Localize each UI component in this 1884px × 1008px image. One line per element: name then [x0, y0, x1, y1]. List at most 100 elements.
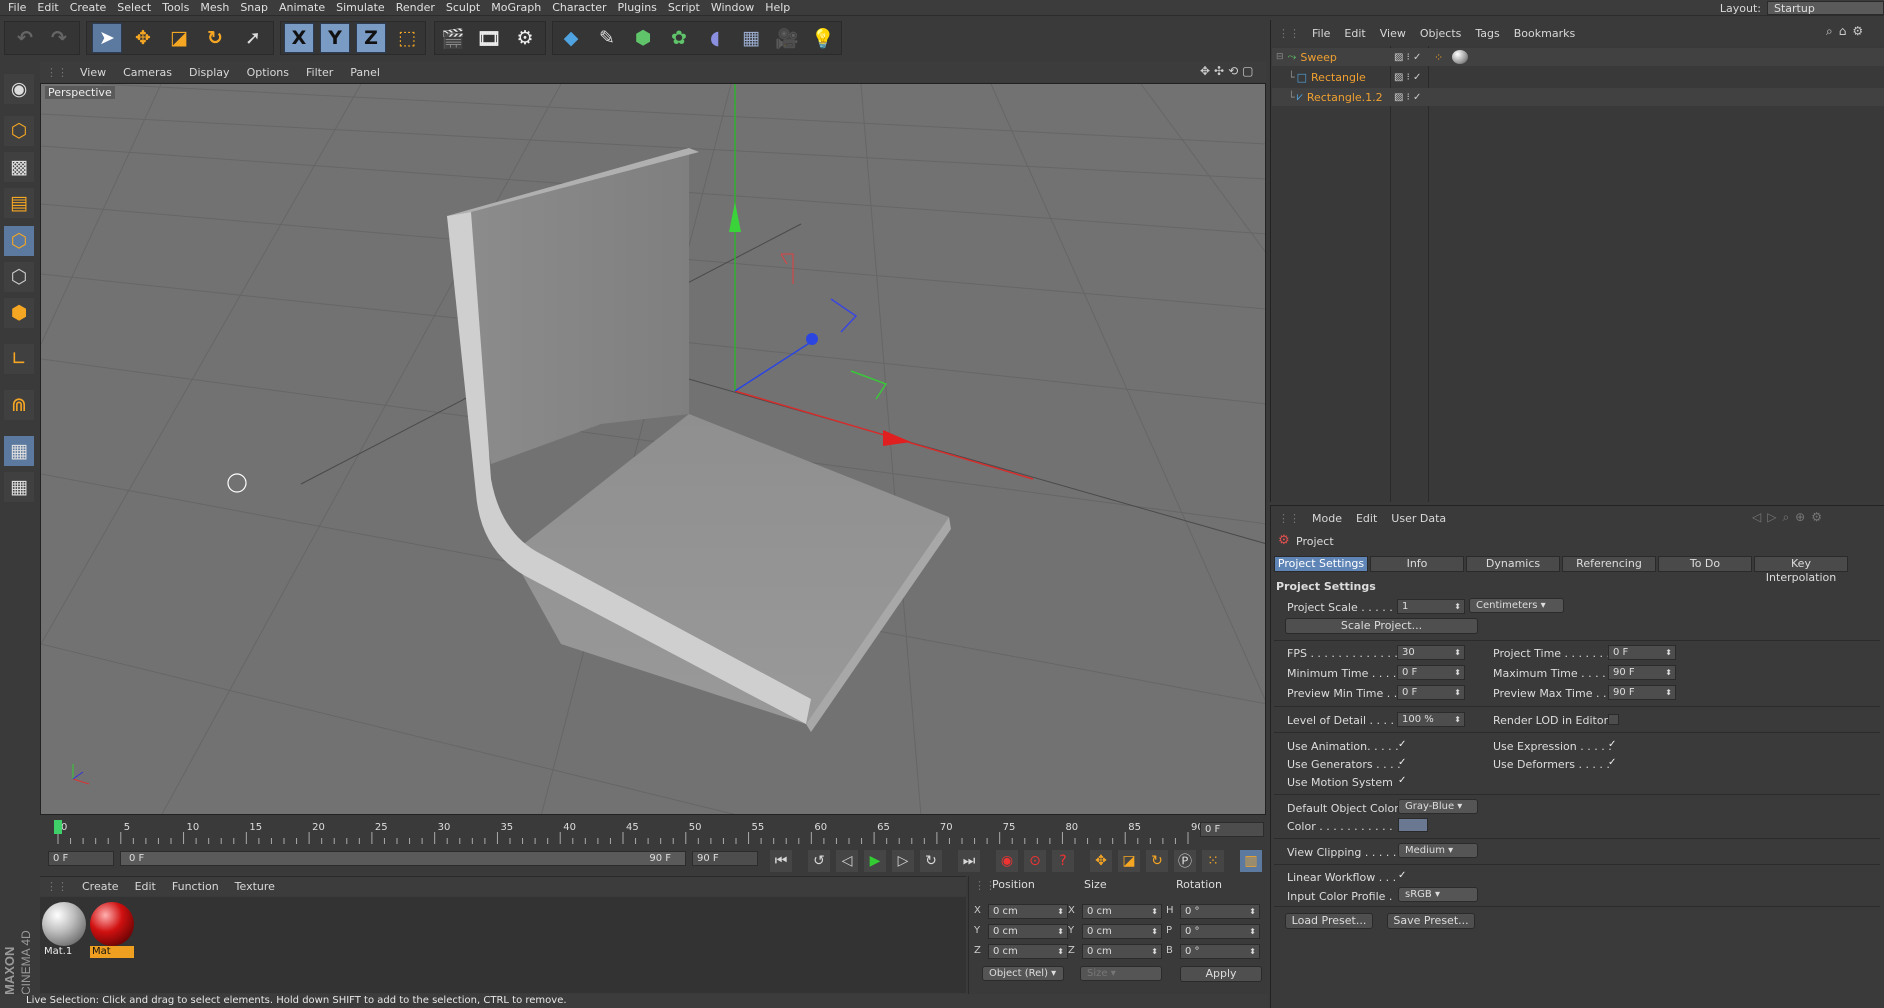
- cube-icon[interactable]: ◆: [556, 23, 586, 53]
- subdivision-surface-icon[interactable]: ⬢: [628, 23, 658, 53]
- light-icon[interactable]: 💡: [808, 23, 838, 53]
- go-to-end-icon[interactable]: ⏭: [958, 850, 980, 872]
- key-position-icon[interactable]: ✥: [1090, 850, 1112, 872]
- playhead[interactable]: [54, 820, 62, 834]
- level-of-detail-field[interactable]: 100 % ⬍: [1397, 712, 1465, 727]
- object-name[interactable]: Rectangle: [1311, 71, 1366, 84]
- next-frame-icon[interactable]: ▷: [892, 850, 914, 872]
- previous-key-icon[interactable]: ↺: [808, 850, 830, 872]
- scale-icon[interactable]: ◪: [164, 23, 194, 53]
- phong-tag-icon[interactable]: ⁘: [1434, 51, 1443, 64]
- menu-edit[interactable]: Edit: [37, 1, 58, 14]
- object-name[interactable]: Sweep: [1300, 51, 1337, 64]
- use-expression-checkbox[interactable]: ✓: [1608, 740, 1619, 751]
- viewport-menu-cameras[interactable]: Cameras: [123, 66, 172, 79]
- viewport-nav-icons[interactable]: ✥✣⟲▢: [1200, 64, 1264, 80]
- material-tag-icon[interactable]: [1452, 50, 1468, 64]
- points-mode-icon[interactable]: ⬡: [4, 226, 34, 256]
- tab-to-do[interactable]: To Do: [1658, 556, 1752, 572]
- use-generators-checkbox[interactable]: ✓: [1398, 758, 1409, 769]
- workplane-mode-icon[interactable]: ▤: [4, 188, 34, 218]
- key-rotation-icon[interactable]: ↻: [1146, 850, 1168, 872]
- object-menu-edit[interactable]: Edit: [1344, 27, 1365, 40]
- frame-range-slider[interactable]: 0 F 90 F: [120, 851, 686, 866]
- visibility-toggle-icon[interactable]: ▨ ⁝ ✓: [1394, 92, 1421, 103]
- scale-project-button[interactable]: Scale Project...: [1285, 618, 1478, 634]
- maximum-time-field[interactable]: 90 F ⬍: [1608, 665, 1676, 680]
- record-keys-icon[interactable]: ◉: [996, 850, 1018, 872]
- tab-key-interpolation[interactable]: Key Interpolation: [1754, 556, 1848, 584]
- viewport-menu-filter[interactable]: Filter: [306, 66, 333, 79]
- object-menu-objects[interactable]: Objects: [1420, 27, 1462, 40]
- timeline-ruler[interactable]: 0 5 10 15 20 25 30 35 40 45 50 55 60 65 70 75 80 85 90: [40, 818, 1266, 848]
- viewport-menu-display[interactable]: Display: [189, 66, 230, 79]
- recent-tool-icon[interactable]: ➚: [238, 23, 268, 53]
- menu-select[interactable]: Select: [117, 1, 151, 14]
- material-menu-edit[interactable]: Edit: [135, 880, 156, 893]
- coordinate-mode-dropdown[interactable]: Object (Rel) ▾: [982, 966, 1064, 981]
- object-menu-file[interactable]: File: [1312, 27, 1330, 40]
- x-axis-toggle[interactable]: X: [284, 23, 314, 53]
- coord-value-field[interactable]: 0 cm ⬍: [988, 904, 1068, 919]
- menu-mograph[interactable]: MoGraph: [491, 1, 541, 14]
- layout-dropdown[interactable]: Startup: [1767, 1, 1884, 15]
- visibility-toggle-icon[interactable]: ▨ ⁝ ✓: [1394, 52, 1421, 63]
- attribute-menu-edit[interactable]: Edit: [1356, 512, 1377, 525]
- use-animation-checkbox[interactable]: ✓: [1398, 740, 1409, 751]
- rotate-icon[interactable]: ↻: [200, 23, 230, 53]
- size-mode-dropdown[interactable]: Size ▾: [1080, 966, 1162, 981]
- coordinate-system-icon[interactable]: ⬚: [392, 23, 422, 53]
- menu-sculpt[interactable]: Sculpt: [446, 1, 480, 14]
- menu-plugins[interactable]: Plugins: [618, 1, 657, 14]
- model-mode-icon[interactable]: ⬡: [4, 116, 34, 146]
- spline-pen-icon[interactable]: ✎: [592, 23, 622, 53]
- live-selection-icon[interactable]: ➤: [92, 23, 122, 53]
- render-picture-viewer-icon[interactable]: 🎞: [474, 23, 504, 53]
- linear-workflow-checkbox[interactable]: ✓: [1398, 871, 1409, 882]
- coord-value-field[interactable]: 0 cm ⬍: [1082, 904, 1162, 919]
- object-menu-view[interactable]: View: [1380, 27, 1406, 40]
- use-motion-system-checkbox[interactable]: ✓: [1398, 776, 1409, 787]
- workplane-lock-icon[interactable]: ▦: [4, 436, 34, 466]
- minimum-time-field[interactable]: 0 F ⬍: [1397, 665, 1465, 680]
- collapse-icon[interactable]: ⊟: [1276, 52, 1284, 62]
- menu-create[interactable]: Create: [70, 1, 107, 14]
- undo-icon[interactable]: ↶: [10, 23, 40, 53]
- object-row-rectangle-1-2[interactable]: └ ⩗ Rectangle.1.2 ▨ ⁝ ✓: [1272, 88, 1884, 106]
- menu-window[interactable]: Window: [711, 1, 754, 14]
- render-lod-checkbox[interactable]: [1608, 714, 1619, 725]
- start-frame-field[interactable]: 0 F: [48, 851, 114, 866]
- object-menu-tags[interactable]: Tags: [1475, 27, 1499, 40]
- material-menu-texture[interactable]: Texture: [235, 880, 275, 893]
- use-deformers-checkbox[interactable]: ✓: [1608, 758, 1619, 769]
- end-frame-field[interactable]: 90 F: [692, 851, 758, 866]
- color-swatch[interactable]: [1398, 818, 1428, 832]
- coord-value-field[interactable]: 0 cm ⬍: [1082, 944, 1162, 959]
- floor-icon[interactable]: ▦: [736, 23, 766, 53]
- object-row-rectangle[interactable]: └ □ Rectangle ▨ ⁝ ✓: [1272, 68, 1884, 86]
- z-axis-toggle[interactable]: Z: [356, 23, 386, 53]
- y-axis-toggle[interactable]: Y: [320, 23, 350, 53]
- next-key-icon[interactable]: ↻: [920, 850, 942, 872]
- visibility-toggle-icon[interactable]: ▨ ⁝ ✓: [1394, 72, 1421, 83]
- go-to-start-icon[interactable]: ⏮: [770, 850, 792, 872]
- preview-min-time-field[interactable]: 0 F ⬍: [1397, 685, 1465, 700]
- 3d-viewport[interactable]: Perspective: [40, 83, 1266, 815]
- material-menu-function[interactable]: Function: [172, 880, 219, 893]
- make-editable-icon[interactable]: ◉: [4, 74, 34, 104]
- play-icon[interactable]: ▶: [864, 850, 886, 872]
- snap-magnet-icon[interactable]: ⋒: [4, 390, 34, 420]
- viewport-menu-view[interactable]: View: [80, 66, 106, 79]
- move-icon[interactable]: ✥: [128, 23, 158, 53]
- camera-icon[interactable]: 🎥: [772, 23, 802, 53]
- menu-snap[interactable]: Snap: [240, 1, 268, 14]
- attribute-menu-mode[interactable]: Mode: [1312, 512, 1342, 525]
- menu-mesh[interactable]: Mesh: [200, 1, 229, 14]
- project-scale-unit-dropdown[interactable]: Centimeters ▾: [1469, 598, 1564, 613]
- coord-value-field[interactable]: 0 cm ⬍: [988, 924, 1068, 939]
- autokey-icon[interactable]: ⊙: [1024, 850, 1046, 872]
- object-manager-nav-icons[interactable]: ⌕⌂⚙: [1826, 24, 1869, 39]
- tab-referencing[interactable]: Referencing: [1562, 556, 1656, 572]
- save-preset-button[interactable]: Save Preset...: [1387, 913, 1475, 929]
- array-icon[interactable]: ✿: [664, 23, 694, 53]
